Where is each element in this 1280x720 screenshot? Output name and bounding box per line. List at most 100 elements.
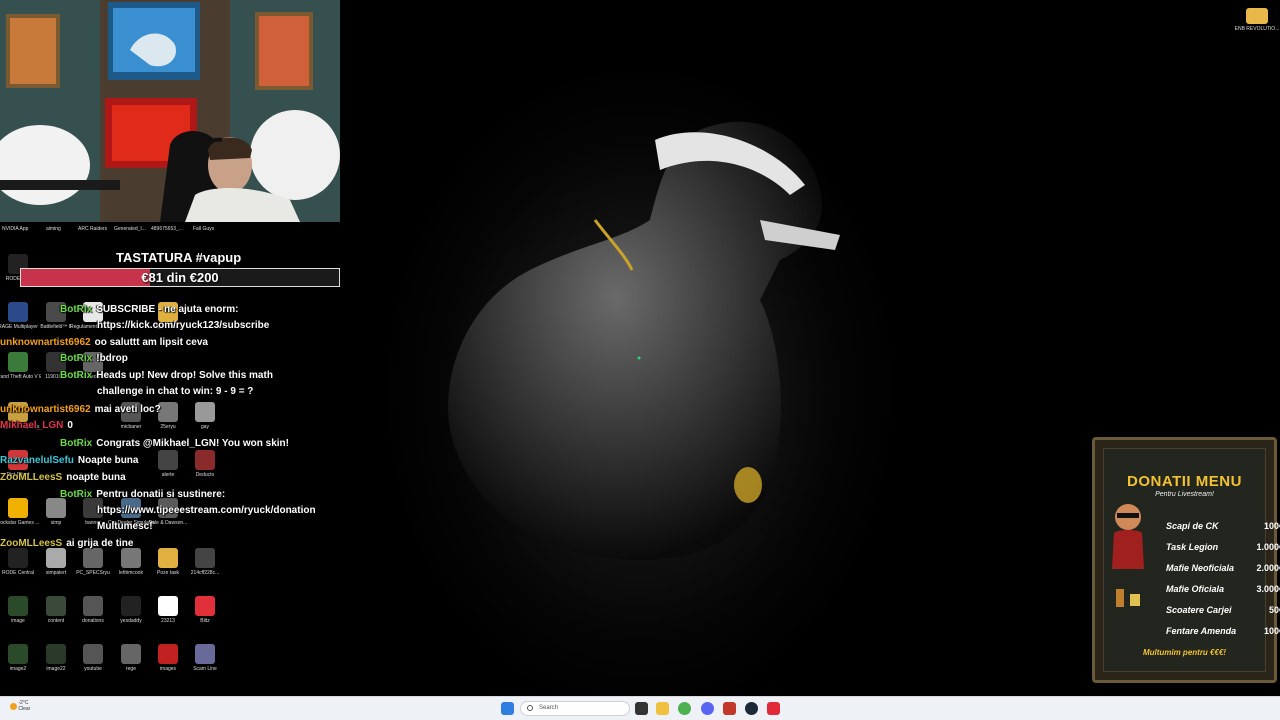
desktop-icon-label[interactable]: Generated_I... [114, 226, 146, 232]
donation-item-label: Mafie Neoficiala [1166, 563, 1235, 573]
chat-text: mai aveti loc? [94, 404, 161, 415]
app-icon [8, 498, 28, 518]
taskbar-search[interactable]: Search [520, 701, 630, 716]
steam-icon[interactable] [745, 702, 758, 715]
app-icon [121, 548, 141, 568]
discord-icon[interactable] [701, 702, 714, 715]
chat-text: challenge in chat to win: 9 - 9 = ? [97, 386, 254, 397]
donation-menu-footer: Multumim pentru €€€! [1142, 648, 1227, 657]
chat-username: ZooMLLeesS [0, 472, 63, 483]
mascot-icon [1112, 504, 1144, 607]
chat-text: Congrats @Mikhael_LGN! You won skin! [96, 438, 289, 449]
app-icon [8, 548, 28, 568]
chat-text: Multumesc! [97, 521, 153, 532]
chat-text: https://www.tipeeestream.com/ryuck/donat… [97, 505, 316, 516]
app-icon [46, 498, 66, 518]
chat-text: !bdrop [96, 353, 128, 364]
task-view-icon[interactable] [635, 702, 648, 715]
weather-widget[interactable]: -2°C Clear [10, 700, 30, 712]
chat-username: BotRix [60, 353, 93, 364]
chat-text: noapte buna [66, 472, 126, 483]
app-icon [121, 596, 141, 616]
chat-username: Mikhael_LGN [0, 420, 64, 431]
app-icon [158, 402, 178, 422]
desktop-icon[interactable]: Scam Line [182, 644, 228, 672]
app-icon [195, 644, 215, 664]
donation-menu-item: Scapi de CK 100€ [1166, 521, 1280, 531]
desktop-icon-label: Deducto [195, 472, 215, 478]
app-icon[interactable] [723, 702, 736, 715]
app-icon [8, 644, 28, 664]
desktop-icon-label[interactable]: ARC Raiders [78, 226, 107, 232]
app-icon [46, 644, 66, 664]
desktop-icon-label: Blitz [200, 618, 210, 624]
start-icon[interactable] [501, 702, 514, 715]
app-icon [121, 644, 141, 664]
donation-menu-item: Mafie Neoficiala 2.000€ [1166, 563, 1280, 573]
chat-message: challenge in chat to win: 9 - 9 = ? [97, 386, 253, 397]
app-icon [195, 596, 215, 616]
desktop-icon-label: 214cff228c... [190, 570, 220, 576]
desktop-icon[interactable]: gay [182, 402, 228, 430]
donation-menu-item: Task Legion 1.000€ [1166, 542, 1280, 552]
app-icon [83, 596, 103, 616]
weather-desc: Clear [18, 706, 31, 712]
chat-message: RazvanelulSefu Noapte buna [0, 455, 138, 466]
goal-progress-text: €81 din €200 [141, 270, 219, 285]
app-icon [83, 548, 103, 568]
app-icon [195, 548, 215, 568]
search-placeholder: Search [539, 705, 559, 711]
chat-username: BotRix [60, 489, 93, 500]
chat-message: https://www.tipeeestream.com/ryuck/donat… [97, 505, 316, 516]
chrome-icon[interactable] [678, 702, 691, 715]
app-icon [195, 402, 215, 422]
app-icon [46, 548, 66, 568]
chat-username: BotRix [60, 304, 93, 315]
app-icon [8, 302, 28, 322]
chat-message: ZooMLLeesS ai grija de tine [0, 538, 133, 549]
chat-message: BotRix Congrats @Mikhael_LGN! You won ski… [60, 438, 289, 449]
donation-menu-item: Scoatere Carjei 50€ [1166, 605, 1280, 615]
desktop-icon-label[interactable]: aiming [46, 226, 61, 232]
chat-message: Multumesc! [97, 521, 153, 532]
donation-item-price: 1.000€ [1256, 542, 1280, 552]
app-icon [195, 450, 215, 470]
weather-icon [10, 702, 17, 710]
chat-message: BotRix !bdrop [60, 353, 128, 364]
chat-username: unknownartist6962 [0, 404, 91, 415]
app-icon [8, 352, 28, 372]
chat-text: Noapte buna [77, 455, 139, 466]
search-icon [527, 705, 533, 711]
app-icon [158, 548, 178, 568]
chat-text: 0 [67, 420, 73, 431]
chat-message: https://kick.com/ryuck123/subscribe [97, 320, 269, 331]
chat-username: ZooMLLeesS [0, 538, 63, 549]
app-icon [158, 596, 178, 616]
donation-menu-board: DONATII MENU Pentru Livestream! Scapi de… [1103, 448, 1280, 672]
chat-text: oo saluttt am lipsit ceva [94, 337, 208, 348]
chat-message: BotRix Heads up! New drop! Solve this mat… [60, 370, 273, 381]
blitz-icon[interactable] [767, 702, 780, 715]
file-explorer-icon[interactable] [656, 702, 669, 715]
chat-text: Pentru donatii si sustinere: [96, 489, 226, 500]
donation-item-label: Task Legion [1166, 542, 1219, 552]
desktop-icon-label[interactable]: Fall Guys [193, 226, 214, 232]
donation-item-price: 3.000€ [1256, 584, 1280, 594]
desktop-icon-label: gay [200, 424, 210, 430]
desktop-icon-label[interactable]: NVIDIA App [2, 226, 28, 232]
desktop-icon-enb[interactable]: ENB REVOLUTIO... [1234, 6, 1280, 32]
desktop-icon[interactable]: 214cff228c... [182, 548, 228, 576]
donation-item-price: 2.000€ [1256, 563, 1280, 573]
desktop-icon[interactable]: Blitz [182, 596, 228, 624]
chat-message: BotRix Pentru donatii si sustinere: [60, 489, 225, 500]
desktop-icon[interactable]: Deducto [182, 450, 228, 478]
chat-username: BotRix [60, 438, 93, 449]
desktop-icon-label[interactable]: 489675653_... [151, 226, 183, 232]
donation-item-price: 100€ [1263, 626, 1280, 636]
desktop-icon-label: Scam Line [193, 666, 217, 672]
app-icon [8, 596, 28, 616]
chat-message: Mikhael_LGN 0 [0, 420, 73, 431]
taskbar: -2°C Clear Search [0, 696, 1280, 720]
donation-item-price: 100€ [1263, 521, 1280, 531]
chat-text: https://kick.com/ryuck123/subscribe [97, 320, 270, 331]
